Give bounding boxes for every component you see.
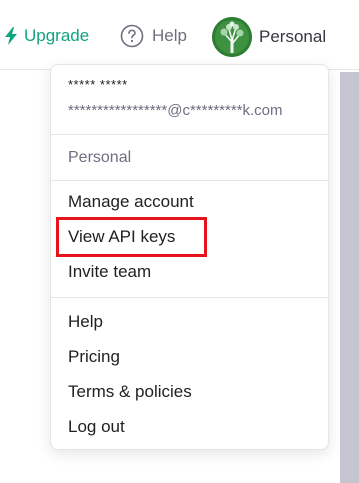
tree-avatar bbox=[212, 17, 252, 57]
user-name: ***** ***** bbox=[68, 77, 128, 92]
lightning-bolt-icon bbox=[4, 27, 18, 45]
top-bar: Upgrade Help Personal bbox=[0, 0, 359, 70]
nav-section: Help Pricing Terms & policies Log out bbox=[51, 298, 328, 448]
background-panel bbox=[340, 72, 359, 483]
page: Upgrade Help Personal ***** ***** ******… bbox=[0, 0, 359, 483]
menu-item-pricing[interactable]: Pricing bbox=[68, 346, 120, 368]
menu-item-invite-team[interactable]: Invite team bbox=[68, 261, 151, 283]
upgrade-button[interactable]: Upgrade bbox=[4, 22, 89, 50]
question-circle-icon bbox=[120, 24, 144, 48]
organization-label[interactable]: Personal bbox=[68, 149, 131, 167]
organization-section: Personal bbox=[51, 135, 328, 181]
user-info: ***** ***** *****************@c*********… bbox=[51, 65, 328, 135]
account-label: Personal bbox=[259, 27, 327, 46]
menu-item-view-api-keys[interactable]: View API keys bbox=[68, 226, 175, 248]
menu-item-log-out[interactable]: Log out bbox=[68, 416, 125, 438]
menu-item-terms-policies[interactable]: Terms & policies bbox=[68, 381, 192, 403]
upgrade-label: Upgrade bbox=[24, 26, 90, 45]
account-switcher[interactable]: Personal bbox=[212, 17, 326, 57]
account-dropdown-menu: ***** ***** *****************@c*********… bbox=[50, 64, 329, 450]
help-button[interactable]: Help bbox=[120, 22, 187, 50]
menu-item-manage-account[interactable]: Manage account bbox=[68, 191, 194, 213]
user-email: *****************@c*********k.com bbox=[68, 102, 283, 119]
menu-item-help[interactable]: Help bbox=[68, 311, 103, 333]
help-label: Help bbox=[152, 26, 187, 45]
account-section: Manage account View API keys Invite team bbox=[51, 181, 328, 298]
